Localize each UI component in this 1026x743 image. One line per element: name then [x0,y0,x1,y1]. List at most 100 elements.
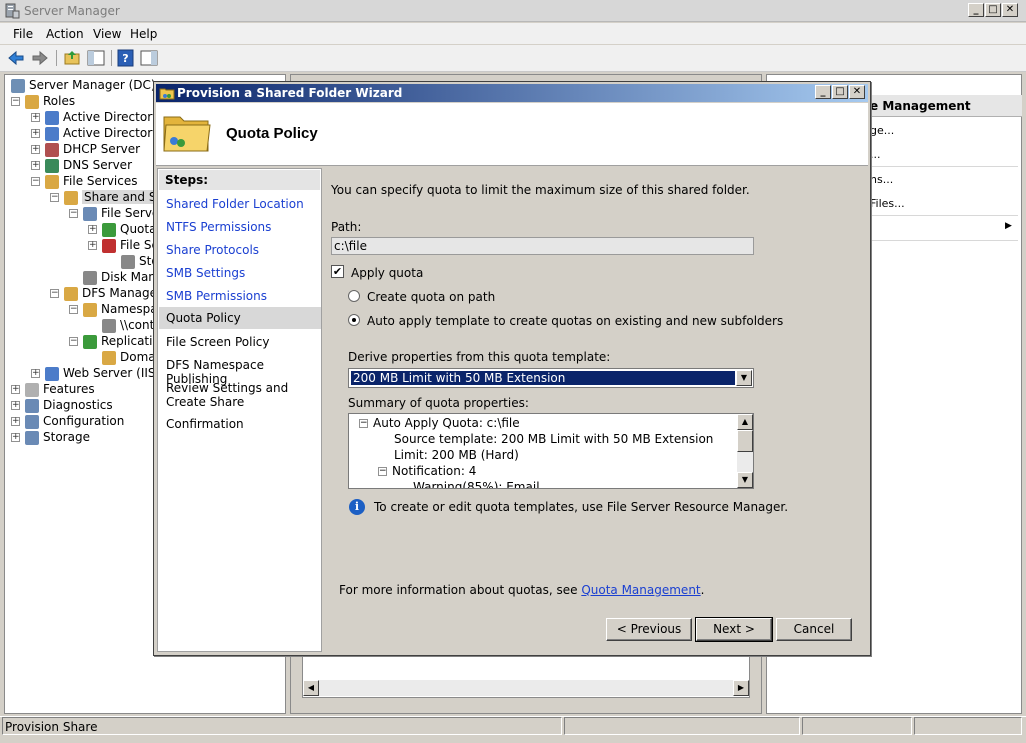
tree-item[interactable]: − Roles [11,93,75,109]
status-cell [2,717,562,735]
auto-apply-radio[interactable] [348,314,360,326]
close-button[interactable]: ✕ [1002,3,1018,17]
tree-item[interactable]: + Quota [88,221,156,237]
wizard-minimize-button[interactable]: _ [815,85,831,99]
tree-item[interactable]: + Storage [11,429,90,445]
tree-item[interactable]: + DNS Server [31,157,132,173]
scroll-right-icon[interactable]: ▶ [733,680,749,696]
up-folder-icon[interactable] [62,49,82,67]
submenu-arrow-icon[interactable]: ▶ [1005,221,1012,231]
properties-pane-icon[interactable] [139,49,159,67]
node-icon [102,318,116,333]
expand-icon[interactable]: + [11,433,20,442]
next-button[interactable]: Next > [695,617,773,642]
expand-icon[interactable]: + [11,385,20,394]
apply-quota-checkbox[interactable]: ✔ [331,265,344,278]
expand-icon[interactable]: + [11,417,20,426]
cancel-button[interactable]: Cancel [776,618,852,641]
collapse-icon[interactable]: − [69,209,78,218]
step-review-settings: Review Settings and Create Share [166,381,289,409]
help-icon[interactable]: ? [116,49,136,67]
scroll-up-icon[interactable]: ▲ [737,414,753,430]
back-arrow-icon[interactable] [6,49,26,67]
tree-item[interactable]: + Active Directory D [31,125,172,141]
expand-icon[interactable]: + [31,129,40,138]
tree-item[interactable]: − File Services [31,173,138,189]
tree-item[interactable]: − File Serve [69,205,159,221]
tree-item[interactable]: + Configuration [11,413,124,429]
tree-item[interactable]: + Web Server (IIS) [31,365,160,381]
tree-item[interactable]: + DHCP Server [31,141,140,157]
step-smb-settings[interactable]: SMB Settings [166,266,314,280]
tree-item[interactable]: − DFS Managem [50,285,169,301]
expand-icon[interactable]: + [11,401,20,410]
collapse-icon[interactable]: − [50,193,59,202]
toolbar: ? [0,45,1026,72]
tree-item[interactable]: Disk Mana [69,269,163,285]
action-item[interactable]: ns... [870,173,893,186]
horizontal-scrollbar[interactable]: ◀ ▶ [303,680,749,696]
scroll-down-icon[interactable]: ▼ [737,472,753,488]
forward-arrow-icon[interactable] [30,49,50,67]
quota-template-select[interactable]: 200 MB Limit with 50 MB Extension ▼ [348,368,754,388]
step-share-protocols[interactable]: Share Protocols [166,243,314,257]
node-icon [102,350,116,365]
page-title: Quota Policy [226,125,318,142]
step-shared-folder-location[interactable]: Shared Folder Location [166,197,314,211]
collapse-icon[interactable]: − [69,337,78,346]
node-icon [45,174,59,189]
step-ntfs-permissions[interactable]: NTFS Permissions [166,220,314,234]
wizard-maximize-button[interactable]: □ [832,85,848,99]
tree-item[interactable]: + Active Directory C [31,109,171,125]
expand-icon[interactable]: + [31,145,40,154]
tree-item[interactable]: + File Sc [88,237,158,253]
action-item[interactable]: ge... [870,124,894,137]
summary-scrollbar[interactable]: ▲ ▼ [737,414,753,488]
quota-management-link[interactable]: Quota Management [581,583,700,597]
node-icon [45,158,59,173]
collapse-icon[interactable]: − [11,97,20,106]
tree-item-label: Doma [120,350,156,364]
action-item[interactable]: Files... [870,197,905,210]
scroll-left-icon[interactable]: ◀ [303,680,319,696]
collapse-icon[interactable]: − [69,305,78,314]
auto-apply-label[interactable]: Auto apply template to create quotas on … [367,314,783,328]
create-quota-label[interactable]: Create quota on path [367,290,495,304]
tree-item[interactable]: \\cont [88,317,154,333]
step-smb-permissions[interactable]: SMB Permissions [166,289,314,303]
menu-action[interactable]: Action [46,27,84,41]
tree-item[interactable]: Doma [88,349,156,365]
steps-panel: Steps: Shared Folder Location NTFS Permi… [157,168,322,652]
collapse-icon[interactable]: − [50,289,59,298]
tree-item-label: Features [43,382,95,396]
expand-icon[interactable]: + [88,225,97,234]
maximize-button[interactable]: □ [985,3,1001,17]
menu-view[interactable]: View [93,27,121,41]
minimize-button[interactable]: _ [968,3,984,17]
menu-file[interactable]: File [13,27,33,41]
expand-icon[interactable]: + [88,241,97,250]
show-hide-tree-icon[interactable] [86,49,106,67]
collapse-icon[interactable]: − [378,467,387,476]
tree-item[interactable]: + Diagnostics [11,397,113,413]
apply-quota-label[interactable]: Apply quota [351,266,423,280]
chevron-down-icon[interactable]: ▼ [736,370,752,386]
tree-root[interactable]: Server Manager (DC) [11,77,156,93]
expand-icon[interactable]: + [31,113,40,122]
menu-help[interactable]: Help [130,27,157,41]
previous-button[interactable]: < Previous [606,618,692,641]
summary-warning: Warning(85%): Email [413,480,540,489]
expand-icon[interactable]: + [31,161,40,170]
collapse-icon[interactable]: − [31,177,40,186]
expand-icon[interactable]: + [31,369,40,378]
quota-summary-tree[interactable]: − Auto Apply Quota: c:\file Source templa… [348,413,754,489]
scroll-thumb[interactable] [737,430,753,452]
tree-item[interactable]: + Features [11,381,95,397]
action-item[interactable]: ... [870,148,881,161]
tree-item-label: Replicatio [101,334,160,348]
create-quota-radio[interactable] [348,290,360,302]
tree-item[interactable]: − Namespac [69,301,164,317]
wizard-close-button[interactable]: ✕ [849,85,865,99]
tree-item[interactable]: − Replicatio [69,333,160,349]
collapse-icon[interactable]: − [359,419,368,428]
